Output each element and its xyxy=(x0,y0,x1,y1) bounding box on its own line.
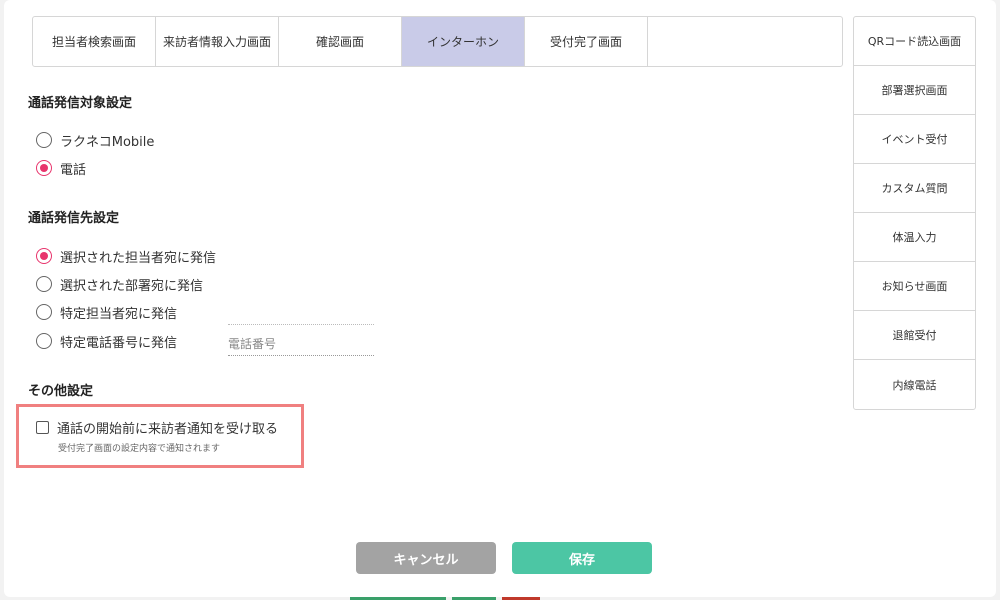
radio-selected-staff[interactable]: 選択された担当者宛に発信 xyxy=(36,246,216,266)
call-destination-title: 通話発信先設定 xyxy=(28,211,120,226)
radio-specific-phone[interactable]: 特定電話番号に発信 xyxy=(36,331,177,351)
call-target-title: 通話発信対象設定 xyxy=(28,96,133,111)
tab-label: 受付完了画面 xyxy=(549,35,622,49)
radio-dot xyxy=(40,252,48,260)
tab-staff-search[interactable]: 担当者検索画面 xyxy=(33,17,156,66)
side-tab-qr-code[interactable]: QRコード読込画面 xyxy=(854,17,975,66)
checkbox-note: 受付完了画面の設定内容で通知されます xyxy=(58,444,221,454)
radio-button-checked[interactable] xyxy=(36,248,52,264)
radio-label: ラクネコMobile xyxy=(60,134,155,150)
radio-dot xyxy=(40,164,48,172)
radio-label: 選択された担当者宛に発信 xyxy=(60,250,217,266)
side-tab-label: 退館受付 xyxy=(892,329,937,342)
radio-label: 電話 xyxy=(60,162,87,178)
radio-button[interactable] xyxy=(36,333,52,349)
side-tab-label: イベント受付 xyxy=(881,133,948,146)
radio-rakuneko-mobile[interactable]: ラクネコMobile xyxy=(36,130,154,150)
notify-before-call-checkbox-row[interactable]: 通話の開始前に来訪者通知を受け取る xyxy=(36,418,278,437)
radio-selected-department[interactable]: 選択された部署宛に発信 xyxy=(36,274,203,294)
settings-modal: 担当者検索画面 来訪者情報入力画面 確認画面 インターホン 受付完了画面 QRコ… xyxy=(4,0,996,597)
other-settings-title: その他設定 xyxy=(28,384,94,399)
side-tab-checkout[interactable]: 退館受付 xyxy=(854,311,975,360)
side-tab-label: 部署選択画面 xyxy=(881,84,948,97)
side-tab-label: QRコード読込画面 xyxy=(867,35,962,48)
tab-empty xyxy=(648,17,842,66)
side-tab-temperature[interactable]: 体温入力 xyxy=(854,213,975,262)
side-tab-event-reception[interactable]: イベント受付 xyxy=(854,115,975,164)
radio-button[interactable] xyxy=(36,276,52,292)
phone-number-input[interactable] xyxy=(228,324,374,356)
radio-label: 特定担当者宛に発信 xyxy=(60,306,178,322)
side-tab-label: 体温入力 xyxy=(892,231,937,244)
side-tab-label: 内線電話 xyxy=(892,378,937,392)
side-tab-label: カスタム質問 xyxy=(881,182,948,195)
tab-label: 来訪者情報入力画面 xyxy=(162,35,271,49)
side-tab-custom-question[interactable]: カスタム質問 xyxy=(854,164,975,213)
cancel-button[interactable]: キャンセル xyxy=(356,542,496,574)
tab-label: インターホン xyxy=(426,35,499,49)
tab-reception-complete[interactable]: 受付完了画面 xyxy=(525,17,648,66)
radio-label: 特定電話番号に発信 xyxy=(60,335,178,351)
radio-label: 選択された部署宛に発信 xyxy=(60,278,204,294)
radio-button-checked[interactable] xyxy=(36,160,52,176)
radio-button[interactable] xyxy=(36,304,52,320)
radio-phone[interactable]: 電話 xyxy=(36,158,86,178)
tab-intercom[interactable]: インターホン xyxy=(402,17,525,66)
tab-confirmation[interactable]: 確認画面 xyxy=(279,17,402,66)
side-tab-label: お知らせ画面 xyxy=(881,280,948,293)
tab-bar: 担当者検索画面 来訪者情報入力画面 確認画面 インターホン 受付完了画面 xyxy=(32,16,843,67)
side-tab-list: QRコード読込画面 部署選択画面 イベント受付 カスタム質問 体温入力 お知らせ… xyxy=(853,16,976,410)
tab-label: 担当者検索画面 xyxy=(51,35,136,49)
save-button[interactable]: 保存 xyxy=(512,542,652,574)
side-tab-extension-phone[interactable]: 内線電話 xyxy=(854,360,975,409)
checkbox-label: 通話の開始前に来訪者通知を受け取る xyxy=(57,422,279,437)
checkbox[interactable] xyxy=(36,421,49,434)
tab-visitor-info-input[interactable]: 来訪者情報入力画面 xyxy=(156,17,279,66)
tab-label: 確認画面 xyxy=(315,35,364,49)
radio-button[interactable] xyxy=(36,132,52,148)
side-tab-notice[interactable]: お知らせ画面 xyxy=(854,262,975,311)
side-tab-department-select[interactable]: 部署選択画面 xyxy=(854,66,975,115)
radio-specific-staff[interactable]: 特定担当者宛に発信 xyxy=(36,302,177,322)
